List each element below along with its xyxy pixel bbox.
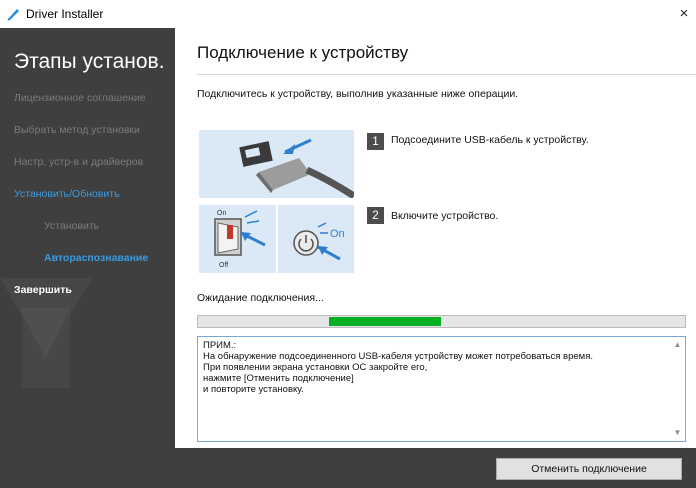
sidebar-item-license: Лицензионное соглашение xyxy=(14,92,146,104)
window-title: Driver Installer xyxy=(26,7,104,21)
step-number: 1 xyxy=(367,133,384,150)
intro-text: Подключитесь к устройству, выполнив указ… xyxy=(197,88,519,100)
sidebar-item-device-settings: Настр. устр-в и драйверов xyxy=(14,156,144,168)
switch-off-label: Off xyxy=(219,262,228,269)
power-button-icon: On xyxy=(293,222,345,261)
sidebar-title: Этапы установ. xyxy=(14,50,165,73)
title-bar: Driver Installer × xyxy=(0,0,696,28)
sidebar-item-install-method: Выбрать метод установки xyxy=(14,124,140,136)
connection-progress-bar xyxy=(197,315,686,328)
cancel-connection-button[interactable]: Отменить подключение xyxy=(496,458,682,480)
sidebar-arrow-graphic xyxy=(0,278,92,388)
page-title: Подключение к устройству xyxy=(197,43,409,62)
sidebar: Этапы установ. Лицензионное соглашение В… xyxy=(0,28,175,448)
power-on-label: On xyxy=(330,228,345,240)
driver-installer-icon xyxy=(7,9,19,21)
usb-cable-illustration xyxy=(199,130,354,198)
main-panel: Подключение к устройству Подключитесь к … xyxy=(175,28,696,448)
switch-on-label: On xyxy=(217,210,226,217)
title-divider xyxy=(197,74,696,75)
footer-bar: Отменить подключение xyxy=(0,448,696,488)
note-textbox[interactable]: ПРИМ.: На обнаружение подсоединенного US… xyxy=(197,336,686,442)
sidebar-item-install: Установить xyxy=(44,220,100,232)
power-switch-icon: On Off xyxy=(214,210,266,269)
waiting-status: Ожидание подключения... xyxy=(197,292,324,304)
usb-cable-icon xyxy=(239,138,354,198)
note-text: ПРИМ.: На обнаружение подсоединенного US… xyxy=(203,340,593,395)
note-scrollbar[interactable]: ▲ ▼ xyxy=(670,337,685,441)
step-text: Подсоедините USB-кабель к устройству. xyxy=(391,134,589,146)
sidebar-item-autodetect: Автораспознавание xyxy=(44,252,149,264)
power-switch-illustration: On Off xyxy=(199,205,276,273)
step-number: 2 xyxy=(367,207,384,224)
progress-fill xyxy=(329,317,441,326)
scroll-up-icon[interactable]: ▲ xyxy=(670,338,685,352)
step-text: Включите устройство. xyxy=(391,210,499,222)
sidebar-item-install-update: Установить/Обновить xyxy=(14,188,120,200)
power-button-illustration: On xyxy=(278,205,354,273)
scroll-down-icon[interactable]: ▼ xyxy=(670,426,685,440)
sidebar-item-finish: Завершить xyxy=(14,284,72,296)
close-icon[interactable]: × xyxy=(672,3,696,25)
